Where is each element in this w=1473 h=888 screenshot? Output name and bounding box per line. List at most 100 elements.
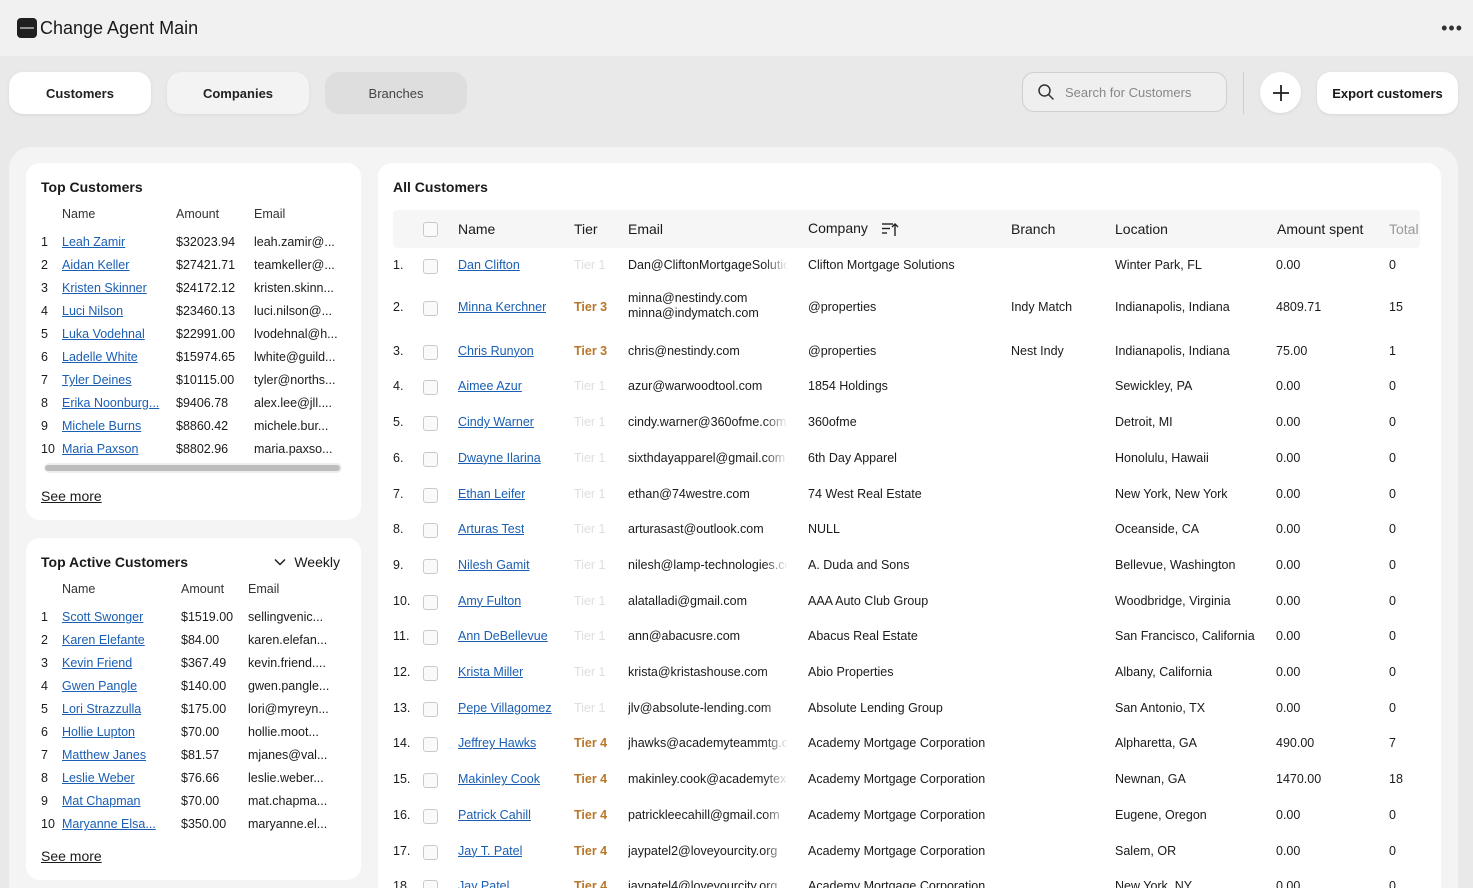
customer-name-link[interactable]: Karen Elefante — [62, 633, 165, 647]
row-checkbox[interactable] — [423, 630, 438, 646]
customer-name-link[interactable]: Chris Runyon — [458, 344, 534, 358]
customer-name-link[interactable]: Aimee Azur — [458, 379, 522, 393]
customer-name-link[interactable]: Hollie Lupton — [62, 725, 165, 739]
customer-name-link[interactable]: Aidan Keller — [62, 258, 165, 272]
row-checkbox[interactable] — [423, 300, 438, 316]
customer-name-link[interactable]: Kevin Friend — [62, 656, 165, 670]
row-checkbox[interactable] — [423, 344, 438, 360]
more-icon[interactable]: ••• — [1441, 18, 1463, 39]
customer-name-link[interactable]: Maryanne Elsa... — [62, 817, 165, 831]
customer-name-link[interactable]: Scott Swonger — [62, 610, 165, 624]
table-body[interactable]: 1. Dan Clifton Tier 1 Dan@CliftonMortgageSo… — [378, 248, 1421, 888]
table-row[interactable]: 9. Nilesh Gamit Tier 1 nilesh@lamp-technolo… — [378, 548, 1421, 584]
customer-name-link[interactable]: Ann DeBellevue — [458, 629, 548, 643]
horizontal-scrollbar[interactable] — [44, 463, 342, 473]
search-box[interactable] — [1022, 72, 1227, 112]
col-header-name[interactable]: Name — [458, 221, 495, 237]
table-row[interactable]: 2. Minna Kerchner Tier 3 minna@nestindy.com… — [378, 284, 1421, 334]
col-header-tier[interactable]: Tier — [574, 221, 598, 237]
customer-name-link[interactable]: Cindy Warner — [458, 415, 534, 429]
tab-companies[interactable]: Companies — [167, 72, 309, 114]
customer-name-link[interactable]: Gwen Pangle — [62, 679, 165, 693]
row-checkbox[interactable] — [423, 701, 438, 717]
customer-name-link[interactable]: Mat Chapman — [62, 794, 165, 808]
customer-name-link[interactable]: Dwayne Ilarina — [458, 451, 541, 465]
customer-name-link[interactable]: Erika Noonburg... — [62, 396, 165, 410]
customer-total: 0 — [1389, 486, 1396, 501]
row-checkbox[interactable] — [423, 773, 438, 789]
row-checkbox[interactable] — [423, 487, 438, 503]
table-row[interactable]: 7. Ethan Leifer Tier 1 ethan@74westre.com 74… — [378, 477, 1421, 513]
customer-name-link[interactable]: Lori Strazzulla — [62, 702, 165, 716]
customer-name-link[interactable]: Krista Miller — [458, 665, 523, 679]
customer-name-link[interactable]: Jay T. Patel — [458, 844, 522, 858]
tab-branches[interactable]: Branches — [325, 72, 467, 114]
row-checkbox[interactable] — [423, 594, 438, 610]
table-row[interactable]: 17. Jay T. Patel Tier 4 jaypatel2@loveyourc… — [378, 834, 1421, 870]
customer-name-link[interactable]: Tyler Deines — [62, 373, 165, 387]
table-row[interactable]: 13. Pepe Villagomez Tier 1 jlv@absolute-len… — [378, 691, 1421, 727]
row-checkbox[interactable] — [423, 737, 438, 753]
col-header-total[interactable]: Total — [1389, 221, 1419, 237]
customer-name-link[interactable]: Amy Fulton — [458, 594, 521, 608]
table-row[interactable]: 6. Dwayne Ilarina Tier 1 sixthdayapparel@gm… — [378, 441, 1421, 477]
row-checkbox[interactable] — [423, 523, 438, 539]
col-header-email[interactable]: Email — [628, 221, 663, 237]
customer-name-link[interactable]: Patrick Cahill — [458, 808, 531, 822]
row-checkbox[interactable] — [423, 666, 438, 681]
row-checkbox[interactable] — [423, 558, 438, 574]
table-row[interactable]: 14. Jeffrey Hawks Tier 4 jhawks@academyteam… — [378, 726, 1421, 762]
table-row[interactable]: 10. Amy Fulton Tier 1 alatalladi@gmail.com A… — [378, 584, 1421, 620]
row-checkbox[interactable] — [423, 416, 438, 432]
customer-name-link[interactable]: Michele Burns — [62, 419, 165, 433]
add-customer-button[interactable] — [1260, 72, 1301, 113]
customer-name-link[interactable]: Dan Clifton — [458, 258, 520, 272]
customer-name-link[interactable]: Arturas Test — [458, 522, 524, 536]
customer-name-link[interactable]: Luci Nilson — [62, 304, 165, 318]
search-input[interactable] — [1065, 84, 1215, 100]
customer-name-link[interactable]: Makinley Cook — [458, 772, 540, 786]
table-row[interactable]: 1. Dan Clifton Tier 1 Dan@CliftonMortgageSo… — [378, 248, 1421, 284]
customer-location: New York, NY — [1115, 879, 1193, 888]
sort-icon[interactable] — [881, 221, 899, 237]
row-checkbox[interactable] — [423, 880, 438, 888]
table-row[interactable]: 11. Ann DeBellevue Tier 1 ann@abacusre.com A… — [378, 619, 1421, 655]
customer-name-link[interactable]: Minna Kerchner — [458, 300, 546, 314]
scrollbar-thumb[interactable] — [45, 465, 340, 471]
see-more-link[interactable]: See more — [41, 848, 102, 864]
customer-name-link[interactable]: Ladelle White — [62, 350, 165, 364]
table-row[interactable]: 16. Patrick Cahill Tier 4 patrickleecahill@… — [378, 798, 1421, 834]
row-checkbox[interactable] — [423, 844, 438, 860]
table-row[interactable]: 12. Krista Miller Tier 1 krista@kristashous… — [378, 655, 1421, 691]
customer-name-link[interactable]: Pepe Villagomez — [458, 701, 552, 715]
customer-name-link[interactable]: Jay Patel — [458, 879, 509, 888]
col-header-location[interactable]: Location — [1115, 221, 1168, 237]
row-checkbox[interactable] — [423, 451, 438, 467]
period-dropdown[interactable]: Weekly — [274, 554, 340, 570]
customer-name-link[interactable]: Kristen Skinner — [62, 281, 165, 295]
table-row[interactable]: 4. Aimee Azur Tier 1 azur@warwoodtool.com 18… — [378, 369, 1421, 405]
customer-name-link[interactable]: Maria Paxson — [62, 442, 165, 456]
see-more-link[interactable]: See more — [41, 488, 102, 504]
row-checkbox[interactable] — [423, 380, 438, 396]
col-header-branch[interactable]: Branch — [1011, 221, 1055, 237]
customer-name-link[interactable]: Leslie Weber — [62, 771, 165, 785]
customer-name-link[interactable]: Jeffrey Hawks — [458, 736, 536, 750]
tab-customers[interactable]: Customers — [9, 72, 151, 114]
row-checkbox[interactable] — [423, 808, 438, 824]
table-row[interactable]: 8. Arturas Test Tier 1 arturasast@outlook.c… — [378, 512, 1421, 548]
customer-name-link[interactable]: Nilesh Gamit — [458, 558, 530, 572]
customer-name-link[interactable]: Luka Vodehnal — [62, 327, 165, 341]
select-all-checkbox[interactable] — [423, 222, 438, 237]
table-row[interactable]: 3. Chris Runyon Tier 3 chris@nestindy.com @p… — [378, 334, 1421, 370]
table-row[interactable]: 15. Makinley Cook Tier 4 makinley.cook@acad… — [378, 762, 1421, 798]
col-header-company[interactable]: Company — [808, 220, 868, 236]
table-row[interactable]: 5. Cindy Warner Tier 1 cindy.warner@360ofme… — [378, 405, 1421, 441]
export-customers-button[interactable]: Export customers — [1317, 72, 1458, 114]
customer-name-link[interactable]: Leah Zamir — [62, 235, 165, 249]
customer-name-link[interactable]: Matthew Janes — [62, 748, 165, 762]
customer-name-link[interactable]: Ethan Leifer — [458, 487, 525, 501]
row-checkbox[interactable] — [423, 259, 438, 274]
col-header-amount-spent[interactable]: Amount spent — [1277, 221, 1363, 237]
table-row[interactable]: 18. Jay Patel Tier 4 jaypatel4@loveyourcity… — [378, 869, 1421, 888]
